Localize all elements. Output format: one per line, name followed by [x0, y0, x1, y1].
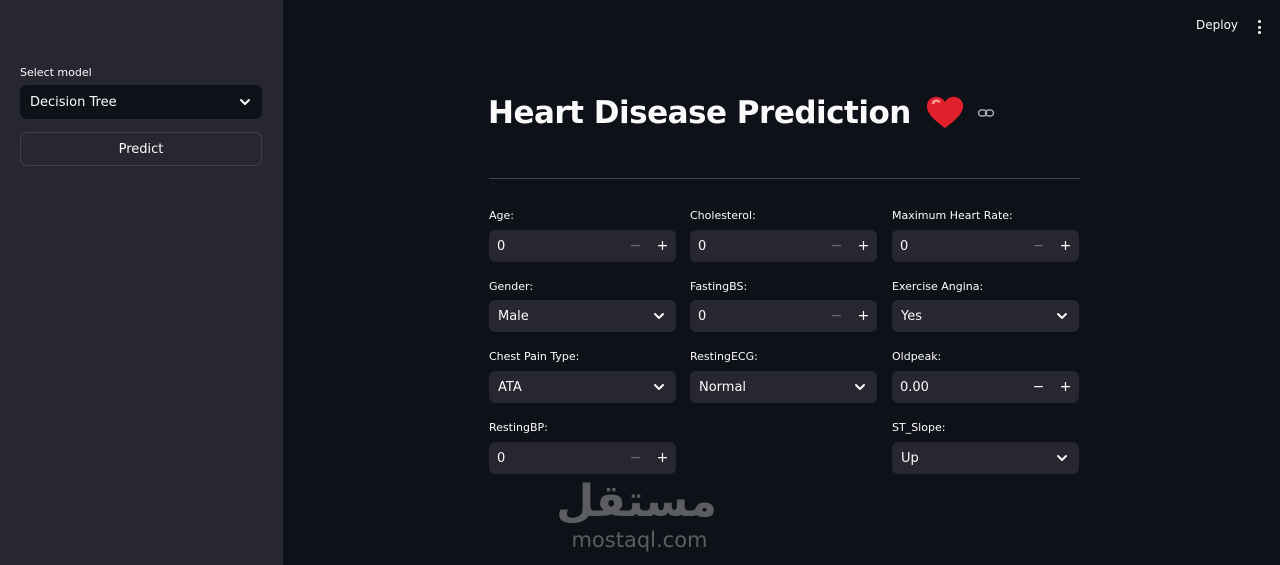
page-title: Heart Disease Prediction: [488, 95, 995, 131]
max-hr-decrement-button[interactable]: −: [1025, 230, 1052, 262]
max-hr-label: Maximum Heart Rate:: [892, 209, 1013, 222]
chevron-down-icon: [1057, 313, 1067, 319]
watermark-arabic-text: مستقل: [556, 476, 717, 527]
st-slope-select[interactable]: Up: [892, 442, 1079, 474]
sidebar: Select model Decision Tree Predict: [0, 0, 283, 565]
title-divider: [489, 178, 1080, 179]
oldpeak-input[interactable]: 0.00 − +: [892, 371, 1079, 403]
max-hr-increment-button[interactable]: +: [1052, 230, 1079, 262]
max-hr-input[interactable]: 0 − +: [892, 230, 1079, 262]
resting-ecg-select[interactable]: Normal: [690, 371, 877, 403]
cholesterol-input[interactable]: 0 − +: [690, 230, 877, 262]
gender-label: Gender:: [489, 280, 534, 293]
max-hr-value: 0: [900, 238, 909, 254]
heart-icon: [926, 96, 963, 128]
watermark: مستقل mostaql.com: [556, 476, 717, 556]
model-select[interactable]: Decision Tree: [20, 85, 262, 119]
oldpeak-value: 0.00: [900, 379, 929, 395]
resting-bp-increment-button[interactable]: +: [649, 442, 676, 474]
cholesterol-value: 0: [698, 238, 707, 254]
fasting-bs-increment-button[interactable]: +: [850, 300, 877, 332]
oldpeak-label: Oldpeak:: [892, 350, 942, 363]
cholesterol-increment-button[interactable]: +: [850, 230, 877, 262]
oldpeak-increment-button[interactable]: +: [1052, 371, 1079, 403]
resting-bp-input[interactable]: 0 − +: [489, 442, 676, 474]
deploy-button[interactable]: Deploy: [1196, 18, 1238, 32]
cholesterol-label: Cholesterol:: [690, 209, 756, 222]
fasting-bs-decrement-button[interactable]: −: [823, 300, 850, 332]
exercise-angina-select[interactable]: Yes: [892, 300, 1079, 332]
fasting-bs-input[interactable]: 0 − +: [690, 300, 877, 332]
chest-pain-select[interactable]: ATA: [489, 371, 676, 403]
resting-ecg-value: Normal: [699, 379, 747, 395]
gender-select[interactable]: Male: [489, 300, 676, 332]
chest-pain-value: ATA: [498, 379, 522, 395]
resting-bp-decrement-button[interactable]: −: [622, 442, 649, 474]
gender-value: Male: [498, 308, 529, 324]
model-select-value: Decision Tree: [30, 94, 117, 110]
resting-bp-label: RestingBP:: [489, 421, 548, 434]
chevron-down-icon: [1057, 455, 1067, 461]
chevron-down-icon: [855, 384, 865, 390]
exercise-angina-value: Yes: [901, 308, 922, 324]
watermark-latin-text: mostaql.com: [571, 528, 708, 552]
fasting-bs-value: 0: [698, 308, 707, 324]
resting-ecg-label: RestingECG:: [690, 350, 758, 363]
main-menu-icon[interactable]: [1252, 19, 1266, 35]
cholesterol-decrement-button[interactable]: −: [823, 230, 850, 262]
chevron-down-icon: [240, 99, 250, 105]
st-slope-label: ST_Slope:: [892, 421, 946, 434]
oldpeak-decrement-button[interactable]: −: [1025, 371, 1052, 403]
age-decrement-button[interactable]: −: [622, 230, 649, 262]
age-increment-button[interactable]: +: [649, 230, 676, 262]
page-title-text: Heart Disease Prediction: [488, 95, 911, 131]
fasting-bs-label: FastingBS:: [690, 280, 748, 293]
age-value: 0: [497, 238, 506, 254]
chevron-down-icon: [654, 313, 664, 319]
age-label: Age:: [489, 209, 514, 222]
select-model-label: Select model: [20, 66, 92, 79]
resting-bp-value: 0: [497, 450, 506, 466]
link-icon[interactable]: [977, 104, 995, 122]
chevron-down-icon: [654, 384, 664, 390]
chest-pain-label: Chest Pain Type:: [489, 350, 580, 363]
predict-button[interactable]: Predict: [20, 132, 262, 166]
exercise-angina-label: Exercise Angina:: [892, 280, 984, 293]
age-input[interactable]: 0 − +: [489, 230, 676, 262]
st-slope-value: Up: [901, 450, 919, 466]
